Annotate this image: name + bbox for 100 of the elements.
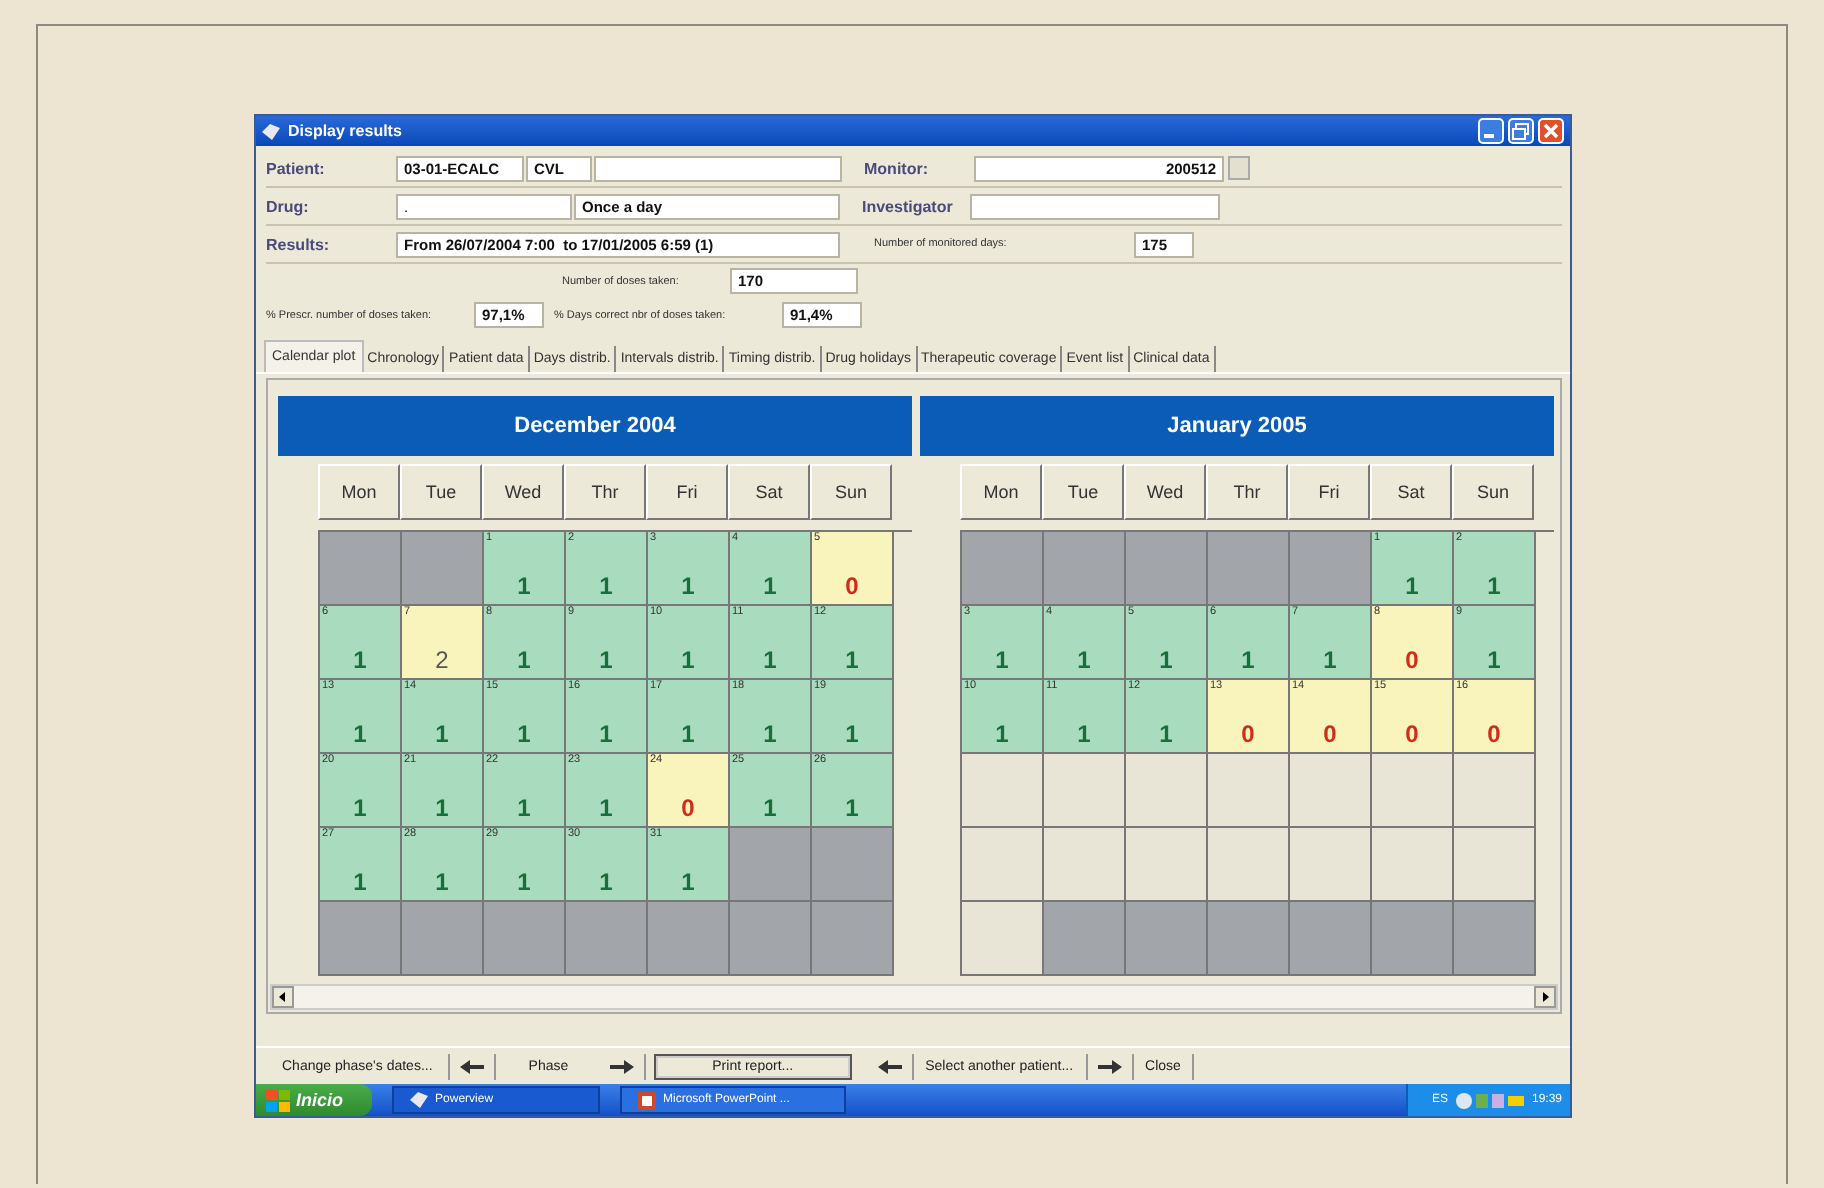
left-arrow-icon [877,1059,902,1073]
dose-count: 1 [433,720,451,748]
day-cell[interactable] [1454,828,1536,902]
day-cell[interactable] [1044,532,1126,606]
weekday-header: Sun [810,464,892,520]
day-cell[interactable] [1208,902,1290,976]
day-cell[interactable] [1208,828,1290,902]
dose-count: 1 [843,794,861,822]
dose-count: 1 [515,794,533,822]
dose-count: 1 [597,868,615,896]
dose-count: 1 [515,868,533,896]
weekday-header: Tue [1042,464,1124,520]
dose-count: 0 [843,572,861,600]
dose-count: 1 [761,646,779,674]
dose-count: 0 [1485,720,1503,748]
dose-count: 1 [433,794,451,822]
dose-count: 1 [351,646,369,674]
day-cell[interactable] [402,902,484,976]
weekday-header: Tue [400,464,482,520]
dose-count: 1 [761,720,779,748]
day-cell[interactable] [1126,828,1208,902]
right-arrow-icon [610,1059,635,1073]
patient-name-field[interactable] [594,155,842,181]
day-cell[interactable] [1454,902,1536,976]
weekday-header: Thr [564,464,646,520]
day-cell[interactable] [1372,754,1454,828]
restore-icon[interactable] [1508,118,1534,144]
day-cell[interactable] [812,828,894,902]
month-header: December 2004 [278,396,912,456]
investigator-label: Investigator [862,197,955,215]
scroll-right-icon[interactable] [1534,986,1556,1008]
day-cell[interactable] [1126,754,1208,828]
presentation-icon [637,1091,656,1109]
dose-count: 0 [1403,720,1421,748]
day-cell[interactable] [484,902,566,976]
dose-count: 1 [993,720,1011,748]
day-cell[interactable] [1208,532,1290,606]
month-header: January 2005 [920,396,1554,456]
dose-count: 1 [597,646,615,674]
weekday-header: Thr [1206,464,1288,520]
minimize-icon[interactable] [1478,118,1504,144]
day-cell[interactable] [1372,902,1454,976]
day-cell[interactable] [1290,828,1372,902]
dose-count: 1 [761,794,779,822]
day-cell[interactable] [1126,532,1208,606]
dose-count: 1 [515,646,533,674]
weekday-header: Mon [960,464,1042,520]
dose-count: 1 [1075,646,1093,674]
day-cell[interactable] [1454,754,1536,828]
day-cell[interactable] [1044,754,1126,828]
horizontal-scrollbar[interactable] [270,984,1558,1010]
day-cell[interactable] [1372,828,1454,902]
day-cell[interactable] [1290,902,1372,976]
weekday-header: Fri [646,464,728,520]
day-cell[interactable] [1126,902,1208,976]
dose-count: 1 [515,572,533,600]
app-icon [409,1092,428,1108]
weekday-header: Sun [1452,464,1534,520]
browse-button[interactable] [1228,156,1250,180]
results-label: Results: [266,235,332,253]
day-cell[interactable] [962,754,1044,828]
weekday-header: Wed [1124,464,1206,520]
day-cell[interactable] [566,902,648,976]
day-cell[interactable] [730,828,812,902]
day-cell[interactable] [962,532,1044,606]
day-cell[interactable] [962,902,1044,976]
app-icon [262,123,280,139]
investigator-field[interactable] [970,193,1220,219]
day-cell[interactable] [320,532,402,606]
day-cell[interactable] [730,902,812,976]
day-cell[interactable] [1208,754,1290,828]
weekday-header: Wed [482,464,564,520]
windows-flag-icon [266,1089,290,1111]
day-cell[interactable] [1290,532,1372,606]
drug-label: Drug: [266,197,311,215]
dose-count: 1 [351,868,369,896]
day-cell[interactable] [812,902,894,976]
dose-count: 2 [433,646,451,674]
day-cell[interactable] [320,902,402,976]
dose-count: 1 [1485,646,1503,674]
dose-count: 1 [597,794,615,822]
patient-label: Patient: [266,159,327,177]
dose-count: 1 [597,720,615,748]
scroll-left-icon[interactable] [272,986,294,1008]
tray-icons[interactable] [1455,1091,1524,1109]
dose-count: 1 [1321,646,1339,674]
day-cell[interactable] [1044,828,1126,902]
day-cell[interactable] [402,532,484,606]
day-cell[interactable] [648,902,730,976]
weekday-header: Mon [318,464,400,520]
day-cell[interactable] [1044,902,1126,976]
day-cell[interactable] [962,828,1044,902]
monitor-label: Monitor: [864,159,930,177]
dose-count: 0 [679,794,697,822]
day-cell[interactable] [1290,754,1372,828]
dose-count: 1 [1075,720,1093,748]
start-button[interactable]: Inicio [256,1084,372,1116]
dose-count: 1 [1239,646,1257,674]
dose-count: 1 [1157,720,1175,748]
close-icon[interactable] [1538,118,1564,144]
